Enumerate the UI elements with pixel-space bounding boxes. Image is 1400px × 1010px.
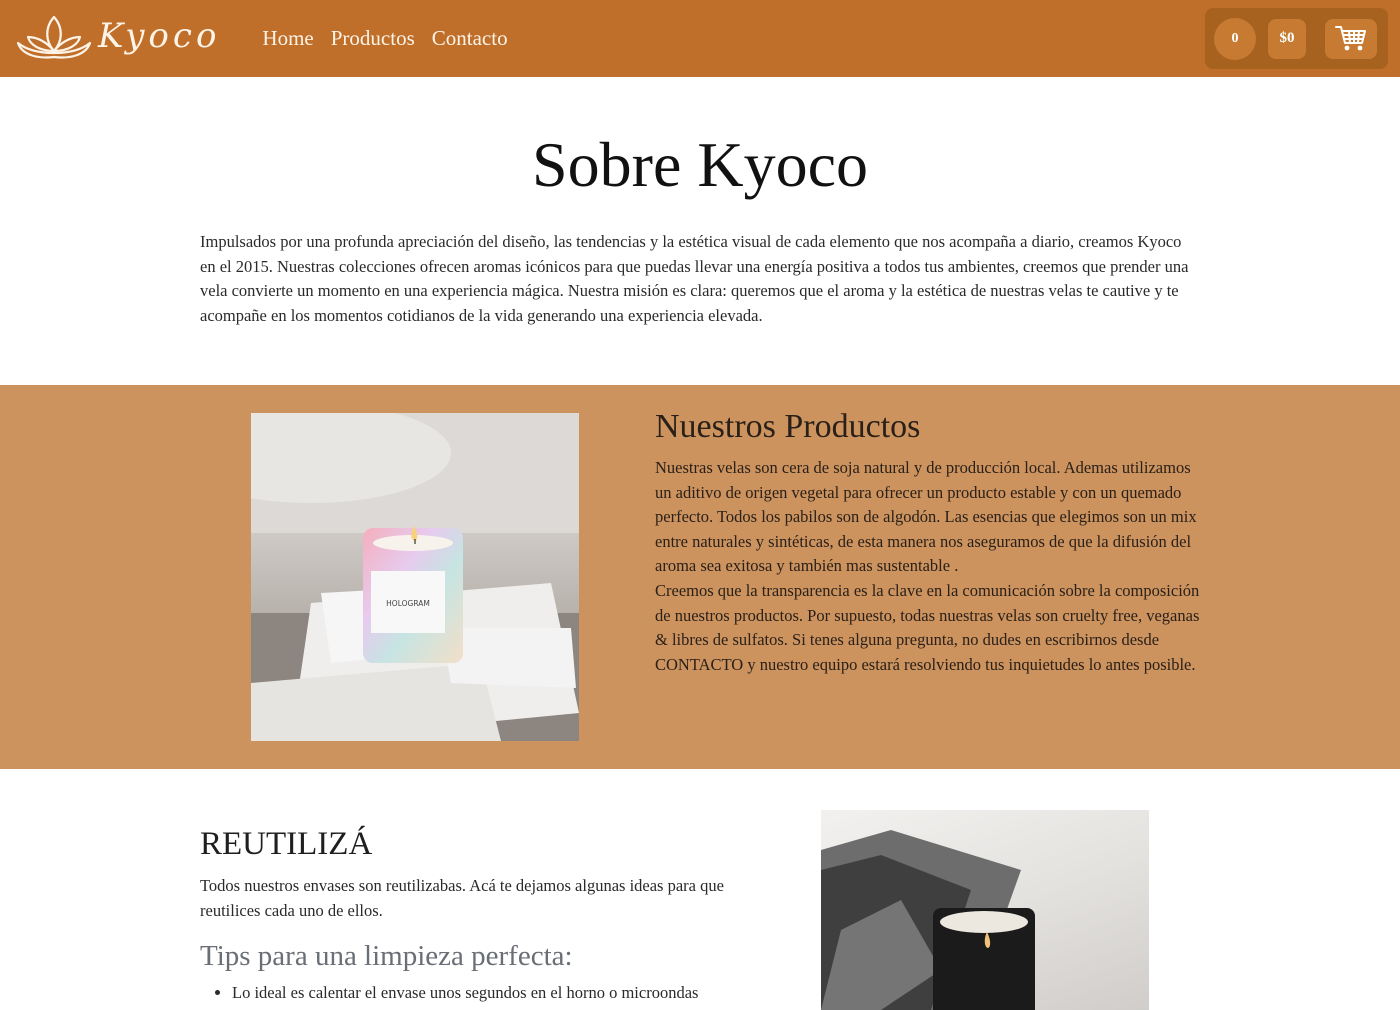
products-title: Nuestros Productos	[655, 408, 921, 445]
cart-total-badge: $0	[1268, 18, 1306, 59]
candle-photo-black	[821, 810, 1149, 1010]
nav-link-home[interactable]: Home	[262, 26, 313, 51]
cart-count-badge: 0	[1214, 17, 1256, 60]
products-description: Nuestras velas son cera de soja natural …	[655, 456, 1210, 677]
shopping-cart-icon	[1335, 25, 1366, 50]
lotus-logo-icon	[16, 15, 92, 59]
candle-photo-hologram: HOLOGRAM	[251, 413, 579, 741]
tip-item: Lo ideal es calentar el envase unos segu…	[232, 982, 792, 1004]
tips-list: Lo ideal es calentar el envase unos segu…	[232, 982, 792, 1004]
tips-title: Tips para una limpieza perfecta:	[200, 940, 573, 972]
main-nav: Home Productos Contacto	[262, 26, 524, 51]
about-paragraph: Impulsados por una profunda apreciación …	[200, 232, 1189, 325]
cart-summary: 0 $0	[1205, 8, 1388, 69]
black-candle-illustration	[821, 830, 1035, 1010]
brand-name: Kyoco	[98, 15, 221, 56]
nav-link-contacto[interactable]: Contacto	[432, 26, 508, 51]
cart-button[interactable]	[1325, 18, 1377, 59]
hologram-label: HOLOGRAM	[386, 599, 430, 608]
reuse-paragraph: Todos nuestros envases son reutilizabas.…	[200, 876, 724, 920]
about-title: Sobre Kyoco	[532, 129, 868, 200]
candle-illustration: HOLOGRAM	[251, 413, 579, 741]
nav-link-productos[interactable]: Productos	[331, 26, 415, 51]
products-paragraph-2: Creemos que la transparencia es la clave…	[655, 580, 1200, 674]
navbar: Kyoco Home Productos Contacto 0 $0	[0, 0, 1400, 77]
products-paragraph-1: Nuestras velas son cera de soja natural …	[655, 458, 1197, 576]
reuse-title: REUTILIZÁ	[200, 826, 373, 862]
brand-logo-link[interactable]: Kyoco	[12, 0, 220, 77]
